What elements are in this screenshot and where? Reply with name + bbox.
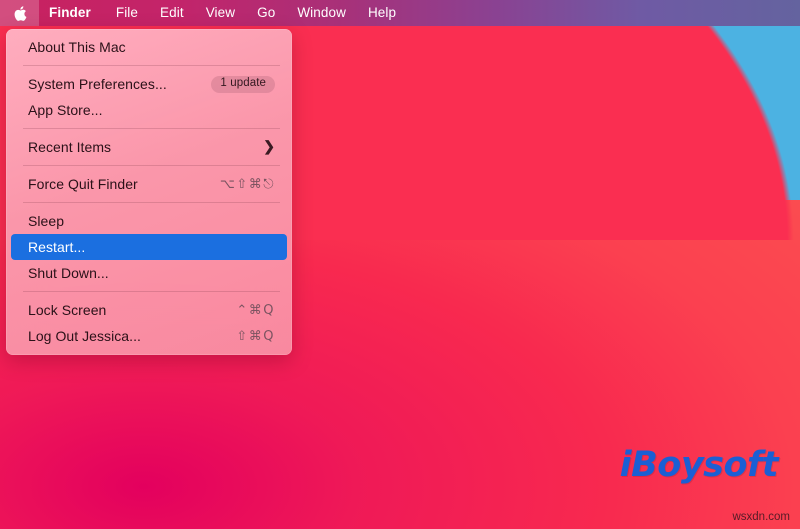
iboysoft-watermark: iBoysoft (620, 445, 778, 485)
menu-item-sleep[interactable]: Sleep (11, 208, 287, 234)
menu-item-shortcut: ⌃⌘Q (236, 303, 275, 318)
menu-separator (23, 202, 280, 203)
menu-item-label: Log Out Jessica... (28, 328, 141, 344)
menu-separator (23, 165, 280, 166)
update-badge: 1 update (211, 76, 275, 93)
menu-item-shortcut: ⌥⇧⌘⎋ (220, 177, 275, 192)
menu-item-label: Force Quit Finder (28, 176, 138, 192)
menu-item-label: System Preferences... (28, 76, 167, 92)
apple-logo-icon (13, 5, 27, 22)
menu-item-label: Shut Down... (28, 265, 109, 281)
menu-item-label: Sleep (28, 213, 64, 229)
menu-item-app-store[interactable]: App Store... (11, 97, 287, 123)
menubar-item-file[interactable]: File (105, 0, 149, 26)
menubar-item-help[interactable]: Help (357, 0, 407, 26)
menu-item-about-this-mac[interactable]: About This Mac (11, 34, 287, 60)
menu-item-recent-items[interactable]: Recent Items ❯ (11, 134, 287, 160)
desktop-screen: Finder File Edit View Go Window Help Abo… (0, 0, 800, 529)
menu-item-force-quit-finder[interactable]: Force Quit Finder ⌥⇧⌘⎋ (11, 171, 287, 197)
menu-item-log-out-jessica[interactable]: Log Out Jessica... ⇧⌘Q (11, 323, 287, 349)
menu-item-lock-screen[interactable]: Lock Screen ⌃⌘Q (11, 297, 287, 323)
menu-item-label: App Store... (28, 102, 103, 118)
menubar-item-view[interactable]: View (195, 0, 246, 26)
apple-menu-button[interactable] (0, 0, 39, 26)
menubar-item-go[interactable]: Go (246, 0, 286, 26)
menu-item-label: Lock Screen (28, 302, 106, 318)
menu-separator (23, 65, 280, 66)
menu-item-restart[interactable]: Restart... (11, 234, 287, 260)
menu-separator (23, 291, 280, 292)
menu-item-label: Recent Items (28, 139, 111, 155)
menu-separator (23, 128, 280, 129)
chevron-right-icon: ❯ (263, 139, 275, 153)
menubar-item-edit[interactable]: Edit (149, 0, 195, 26)
site-tag: wsxdn.com (732, 511, 790, 523)
menu-bar: Finder File Edit View Go Window Help (0, 0, 800, 26)
menu-item-label: About This Mac (28, 39, 126, 55)
menu-item-system-preferences[interactable]: System Preferences... 1 update (11, 71, 287, 97)
menu-item-label: Restart... (28, 239, 85, 255)
menu-item-shortcut: ⇧⌘Q (236, 329, 275, 344)
apple-dropdown-menu: About This Mac System Preferences... 1 upd… (6, 29, 292, 355)
menubar-item-finder[interactable]: Finder (39, 0, 105, 26)
menu-item-shut-down[interactable]: Shut Down... (11, 260, 287, 286)
menubar-item-window[interactable]: Window (286, 0, 357, 26)
